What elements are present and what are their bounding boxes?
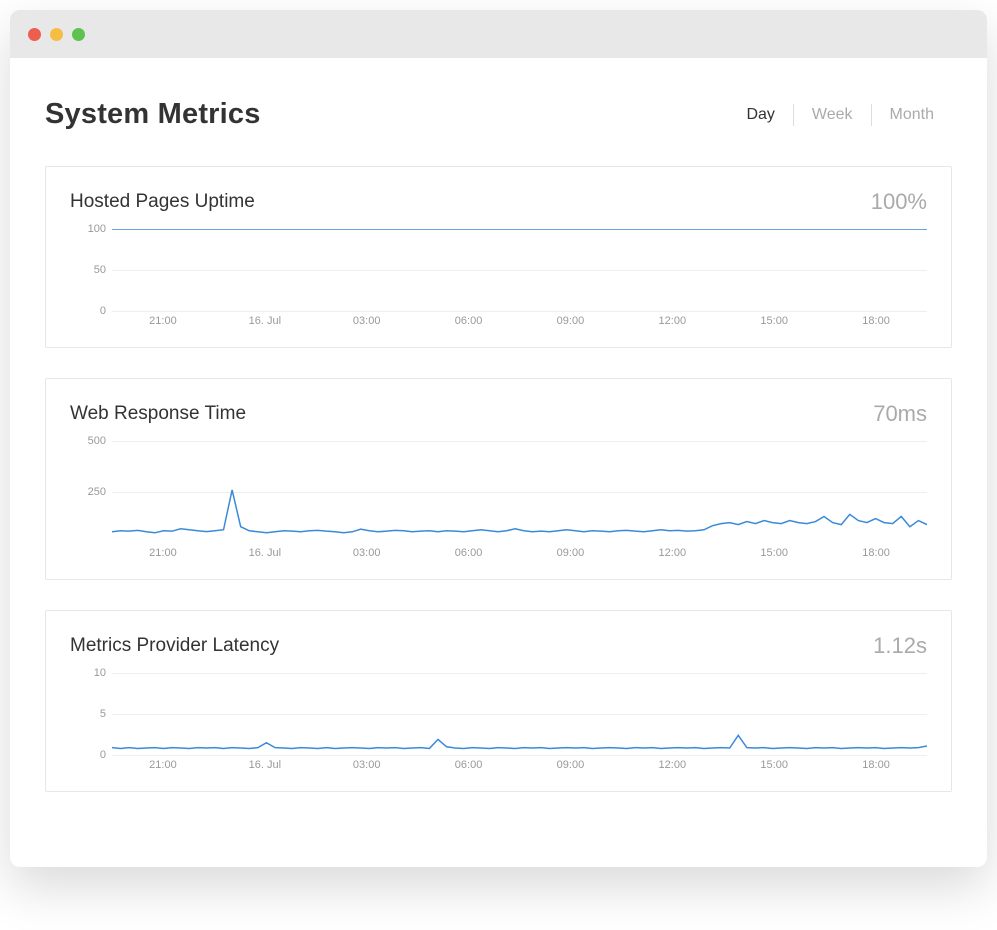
card-value: 100% [871,189,927,215]
x-tick-label: 18:00 [862,759,890,771]
y-tick-label: 100 [88,223,106,235]
close-icon[interactable] [28,28,41,41]
x-tick-label: 06:00 [455,759,483,771]
time-range-toggle: Day Week Month [728,104,952,126]
x-tick-label: 06:00 [455,315,483,327]
y-tick-label: 500 [88,435,106,447]
x-tick-label: 03:00 [353,547,381,559]
chart-uptime: 05010021:0016. Jul03:0006:0009:0012:0015… [70,229,927,329]
card-title: Hosted Pages Uptime [70,191,255,213]
card-value: 1.12s [873,633,927,659]
x-tick-label: 06:00 [455,547,483,559]
range-week[interactable]: Week [794,106,871,124]
x-tick-label: 16. Jul [249,315,281,327]
maximize-icon[interactable] [72,28,85,41]
page-header: System Metrics Day Week Month [45,98,952,131]
x-tick-label: 09:00 [557,759,585,771]
card-title: Metrics Provider Latency [70,635,279,657]
y-tick-label: 0 [100,749,106,761]
y-tick-label: 250 [88,486,106,498]
x-tick-label: 03:00 [353,315,381,327]
x-tick-label: 03:00 [353,759,381,771]
card-latency: Metrics Provider Latency 1.12s 0 5 10 21:00… [45,610,952,792]
minimize-icon[interactable] [50,28,63,41]
x-tick-label: 12:00 [659,547,687,559]
x-tick-label: 12:00 [659,759,687,771]
x-tick-label: 09:00 [557,315,585,327]
y-tick-label: 10 [94,667,106,679]
chart-response: 25050021:0016. Jul03:0006:0009:0012:0015… [70,441,927,561]
y-tick-label: 50 [94,264,106,276]
range-month[interactable]: Month [872,106,952,124]
x-tick-label: 09:00 [557,547,585,559]
range-day[interactable]: Day [728,106,792,124]
x-tick-label: 21:00 [149,759,177,771]
card-value: 70ms [873,401,927,427]
app-window: System Metrics Day Week Month Hosted Pag… [10,10,987,867]
x-tick-label: 16. Jul [249,759,281,771]
x-tick-label: 18:00 [862,315,890,327]
content: System Metrics Day Week Month Hosted Pag… [10,58,987,867]
x-tick-label: 12:00 [659,315,687,327]
chart-latency: 051021:0016. Jul03:0006:0009:0012:0015:0… [70,673,927,773]
card-uptime: Hosted Pages Uptime 100% 0 50 100 21:00 16. … [45,166,952,348]
x-tick-label: 21:00 [149,547,177,559]
card-title: Web Response Time [70,403,246,425]
x-tick-label: 16. Jul [249,547,281,559]
page-title: System Metrics [45,98,261,131]
x-tick-label: 15:00 [760,759,788,771]
y-tick-label: 0 [100,305,106,317]
titlebar [10,10,987,58]
y-tick-label: 5 [100,708,106,720]
x-tick-label: 15:00 [760,547,788,559]
x-tick-label: 18:00 [862,547,890,559]
x-tick-label: 15:00 [760,315,788,327]
card-response: Web Response Time 70ms 250 500 21:00 16. Ju… [45,378,952,580]
x-tick-label: 21:00 [149,315,177,327]
